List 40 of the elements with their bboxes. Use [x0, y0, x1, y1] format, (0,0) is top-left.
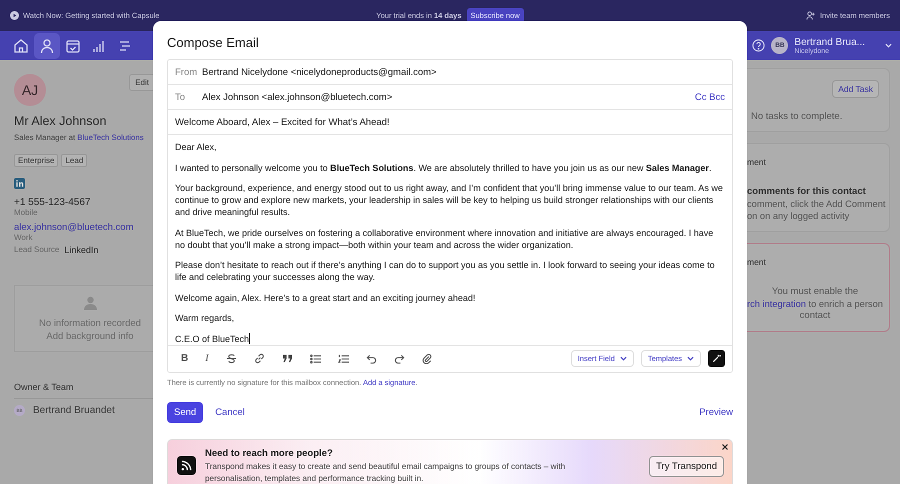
- preview-link[interactable]: Preview: [699, 406, 733, 418]
- email-label: Work: [14, 233, 34, 242]
- message-editor[interactable]: Dear Alex, I wanted to personally welcome you to BlueTech Solutions. We are absolutely thrilled to have you join us as our new Sales Manager. Your background, experience, and energy stood out to us right away, and I’m confident that you’ll bring immense value to our team. As we continue to grow and explore new markets, your leadership in sales will be key to helping us build stronger relationships with our clients and drive meaningful results. At BlueTech, we pride ourselves on fostering a collaborative environment where innovation and initiative are always encouraged. I have no doubt that you’ll make a strong impact—both within your team and across the wider organization. Please don’t hesitate to reach out if there’s anything I can do to support you as you settle in. I look forward to seeing your ideas come to life and celebrating your successes along the way. Welcome again, Alex. Here’s to a great start and an exciting journey ahead! Warm regards, C.E.O of BlueTech: [168, 135, 732, 346]
- contact-avatar: AJ: [14, 74, 46, 106]
- edit-button[interactable]: Edit: [129, 74, 155, 91]
- no-tasks-text: No tasks to complete.: [751, 111, 844, 122]
- empty-background-text: No information recorded: [39, 318, 141, 328]
- lead-source-label: Lead Source: [14, 245, 60, 255]
- promo-text: Transpond makes it easy to create and send beautiful email campaigns to groups of contacts – with personalisation, templates and performance tracking built in.: [205, 460, 566, 484]
- comments-hint: comment, click the Add Comment: [747, 198, 883, 210]
- user-name: Bertrand Brua...: [794, 36, 865, 48]
- card-heading: ment: [747, 156, 767, 168]
- cc-bcc-link[interactable]: Cc Bcc: [694, 92, 725, 102]
- contact-tag: Enterprise: [14, 154, 58, 167]
- integration-link[interactable]: rch integration: [747, 299, 806, 309]
- empty-comments-title: comments for this contact: [747, 186, 867, 198]
- to-label: To: [175, 92, 186, 102]
- try-transpond-button[interactable]: Try Transpond: [649, 456, 724, 476]
- contact-tag: Lead: [61, 154, 88, 167]
- card-heading: ment: [747, 256, 767, 268]
- subject-field[interactable]: Welcome Aboard, Alex – Excited for What’s Ahead!: [168, 110, 732, 135]
- italic-button[interactable]: I: [205, 353, 209, 364]
- email-link[interactable]: alex.johnson@bluetech.com: [14, 222, 153, 233]
- bold-button[interactable]: B: [181, 353, 188, 364]
- add-task-button[interactable]: Add Task: [832, 80, 879, 98]
- to-field[interactable]: Alex Johnson <alex.johnson@bluetech.com>: [202, 92, 392, 102]
- enrich-hint: contact: [798, 310, 832, 322]
- comments-hint: on on any logged activity: [747, 210, 850, 222]
- owner-name: Bertrand Bruandet: [33, 405, 115, 416]
- from-field[interactable]: From Bertrand Nicelydone <nicelydoneproducts@gmail.com>: [168, 60, 732, 85]
- contact-name: Mr Alex Johnson: [14, 114, 108, 128]
- enrich-hint: You must enable the: [770, 286, 860, 298]
- cancel-button[interactable]: Cancel: [208, 406, 252, 418]
- lead-source-value: LinkedIn: [64, 245, 98, 255]
- send-button[interactable]: Send: [167, 402, 204, 422]
- phone-number: +1 555-123-4567: [14, 197, 92, 208]
- dialog-title: Compose Email: [167, 35, 260, 50]
- phone-label: Mobile: [14, 208, 39, 217]
- enrich-hint: rch integration to enrich a person: [747, 298, 883, 310]
- promo-title: Need to reach more people?: [205, 448, 334, 458]
